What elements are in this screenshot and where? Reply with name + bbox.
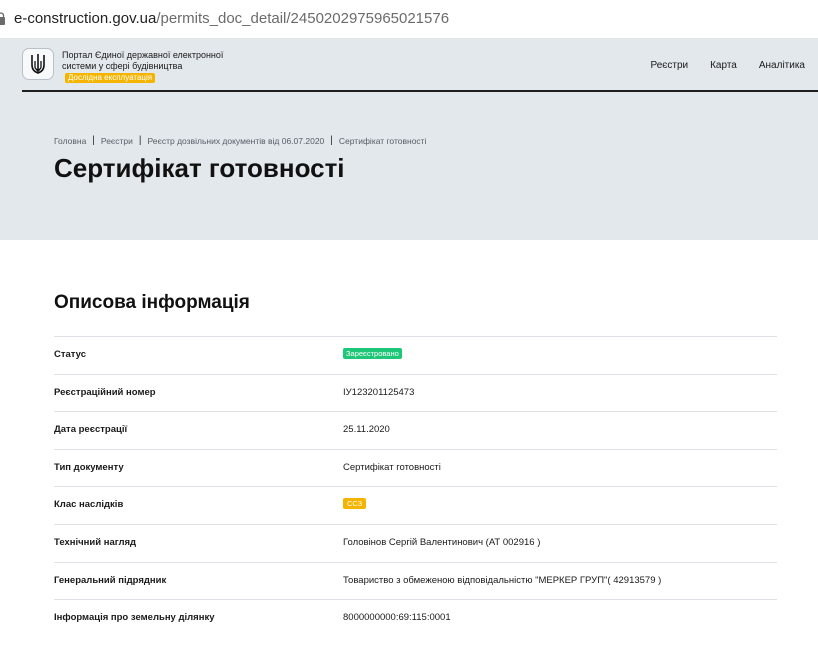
info-row-document-type: Тип документу Сертифікат готовності (54, 448, 777, 487)
url-text[interactable]: e-construction.gov.ua/permits_doc_detail… (14, 10, 449, 28)
site-header: Портал Єдиної державної електронної сист… (0, 39, 818, 240)
info-table: Статус Зареєстровано Реєстраційний номер… (54, 336, 777, 637)
info-row-status: Статус Зареєстровано (54, 336, 777, 374)
breadcrumb-separator: | (92, 135, 95, 146)
info-label: Реєстраційний номер (54, 386, 156, 398)
nav-analytics[interactable]: Аналітика (759, 60, 805, 71)
info-value: СС3 (343, 498, 367, 510)
lock-icon (0, 12, 5, 25)
info-label: Технічний нагляд (54, 536, 137, 548)
section-title: Описова інформація (54, 292, 250, 313)
nav-map[interactable]: Карта (710, 60, 737, 71)
info-label: Інформація про земельну ділянку (54, 612, 215, 624)
status-badge: Зареєстровано (343, 348, 402, 359)
info-label: Статус (54, 349, 87, 360)
info-row-general-contractor: Генеральний підрядник Товариство з обмеж… (54, 561, 777, 600)
browser-url-bar[interactable]: e-construction.gov.ua/permits_doc_detail… (0, 0, 818, 39)
breadcrumb-separator: | (138, 135, 142, 146)
breadcrumb-home[interactable]: Головна (54, 136, 86, 146)
info-value: Сертифікат готовності (343, 461, 441, 473)
info-label: Генеральний підрядник (54, 574, 167, 586)
header-bar: Портал Єдиної державної електронної сист… (22, 39, 818, 92)
url-domain: e-construction.gov.ua (14, 10, 157, 27)
breadcrumb-separator: | (330, 135, 333, 146)
breadcrumb-current: Сертифікат готовності (338, 135, 427, 146)
trident-icon-graphic (31, 54, 45, 74)
info-row-registration-number: Реєстраційний номер IУ123201125473 (54, 373, 777, 412)
nav-registries[interactable]: Реєстри (650, 60, 688, 71)
info-value: 8000000000:69:115:0001 (343, 612, 451, 624)
beta-badge: Дослідна експлуатація (65, 73, 156, 83)
top-navigation: Реєстри Карта Аналітика (650, 60, 805, 71)
info-value: Товариство з обмеженою відповідальністю … (343, 574, 662, 586)
portal-title[interactable]: Портал Єдиної державної електронної сист… (62, 50, 242, 83)
consequence-class-badge: СС3 (343, 498, 367, 510)
page-title: Сертифікат готовності (54, 153, 345, 183)
info-value: IУ123201125473 (343, 386, 415, 398)
info-label: Клас наслідків (54, 499, 124, 511)
url-path: /permits_doc_detail/2450202975965021576 (156, 10, 450, 27)
portal-title-text: Портал Єдиної державної електронної сист… (62, 50, 224, 71)
info-value: Головінов Сергій Валентинович (АТ 002916… (343, 536, 541, 548)
trident-icon[interactable] (22, 48, 54, 80)
info-row-consequence-class: Клас наслідків СС3 (54, 486, 777, 524)
info-row-land-plot: Інформація про земельну ділянку 80000000… (54, 599, 777, 637)
info-value: 25.11.2020 (343, 424, 390, 436)
info-row-technical-supervision: Технічний нагляд Головінов Сергій Валент… (54, 523, 777, 562)
breadcrumb: Головна | Реєстри | Реєстр дозвільних до… (54, 135, 426, 146)
info-value: Зареєстровано (343, 348, 402, 360)
info-label: Дата реєстрації (54, 424, 128, 436)
breadcrumb-registries[interactable]: Реєстри (101, 136, 133, 146)
info-label: Тип документу (54, 461, 124, 473)
breadcrumb-permit-registry[interactable]: Реєстр дозвільних документів від 06.07.2… (148, 136, 325, 146)
info-row-registration-date: Дата реєстрації 25.11.2020 (54, 411, 777, 449)
